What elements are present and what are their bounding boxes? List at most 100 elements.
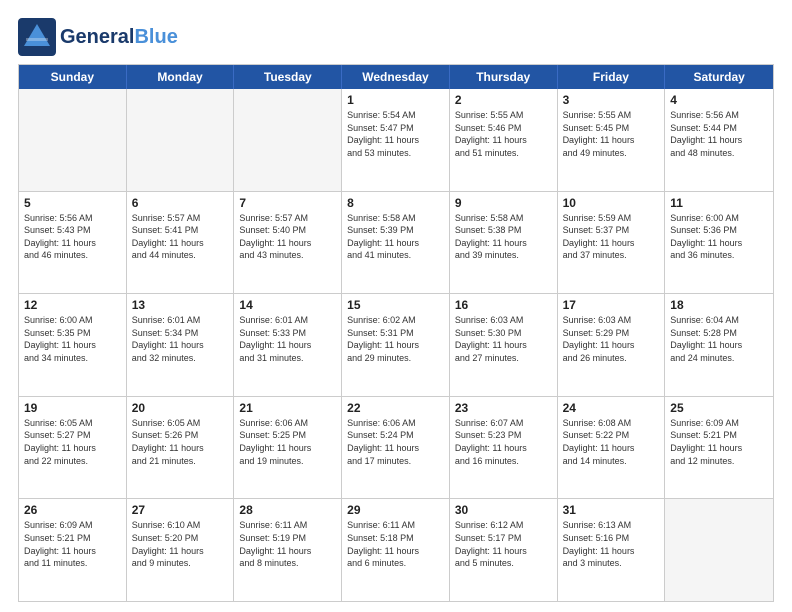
calendar-day-8: 8 Sunrise: 5:58 AMSunset: 5:39 PMDaylight… [342,192,450,294]
calendar-day-5: 5Sunrise: 5:56 AMSunset: 5:43 PMDaylight… [19,192,127,294]
header-day-monday: Monday [127,65,235,89]
day-number: 3 [563,93,660,107]
calendar-empty-cell [234,89,342,191]
day-info: Sunrise: 6:03 AMSunset: 5:30 PMDaylight:… [455,314,552,364]
day-number: 19 [24,401,121,415]
calendar-day-12: 12 Sunrise: 6:00 AMSunset: 5:35 PMDayligh… [19,294,127,396]
day-number: 18 [670,298,768,312]
day-number: 20 [132,401,229,415]
day-number: 13 [132,298,229,312]
day-info: Sunrise: 6:00 AMSunset: 5:35 PMDaylight:… [24,314,121,364]
day-info: Sunrise: 6:02 AMSunset: 5:31 PMDaylight:… [347,314,444,364]
day-info: Sunrise: 6:04 AMSunset: 5:28 PMDaylight:… [670,314,768,364]
day-number: 11 [670,196,768,210]
day-number: 6 [132,196,229,210]
calendar-day-7: 7Sunrise: 5:57 AMSunset: 5:40 PMDaylight… [234,192,342,294]
day-info: Sunrise: 5:57 AMSunset: 5:41 PMDaylight:… [132,212,229,262]
day-info: Sunrise: 6:11 AMSunset: 5:19 PMDaylight:… [239,519,336,569]
day-number: 31 [563,503,660,517]
header-day-wednesday: Wednesday [342,65,450,89]
day-number: 16 [455,298,552,312]
calendar-day-16: 16 Sunrise: 6:03 AMSunset: 5:30 PMDayligh… [450,294,558,396]
day-number: 24 [563,401,660,415]
calendar-day-22: 22 Sunrise: 6:06 AMSunset: 5:24 PMDayligh… [342,397,450,499]
calendar-row-1: 1 Sunrise: 5:54 AMSunset: 5:47 PMDaylight… [19,89,773,192]
day-info: Sunrise: 6:12 AMSunset: 5:17 PMDaylight:… [455,519,552,569]
day-info: Sunrise: 6:06 AMSunset: 5:25 PMDaylight:… [239,417,336,467]
day-number: 8 [347,196,444,210]
day-number: 21 [239,401,336,415]
day-info: Sunrise: 5:54 AMSunset: 5:47 PMDaylight:… [347,109,444,159]
day-number: 14 [239,298,336,312]
calendar: SundayMondayTuesdayWednesdayThursdayFrid… [18,64,774,602]
calendar-day-3: 3 Sunrise: 5:55 AMSunset: 5:45 PMDaylight… [558,89,666,191]
calendar-day-18: 18 Sunrise: 6:04 AMSunset: 5:28 PMDayligh… [665,294,773,396]
day-info: Sunrise: 6:08 AMSunset: 5:22 PMDaylight:… [563,417,660,467]
day-info: Sunrise: 6:11 AMSunset: 5:18 PMDaylight:… [347,519,444,569]
calendar-day-30: 30 Sunrise: 6:12 AMSunset: 5:17 PMDayligh… [450,499,558,601]
calendar-day-1: 1 Sunrise: 5:54 AMSunset: 5:47 PMDaylight… [342,89,450,191]
logo-icon [18,18,56,56]
day-info: Sunrise: 6:13 AMSunset: 5:16 PMDaylight:… [563,519,660,569]
day-number: 9 [455,196,552,210]
day-number: 26 [24,503,121,517]
day-number: 27 [132,503,229,517]
day-number: 2 [455,93,552,107]
header: GeneralBlue [18,18,774,56]
calendar-day-17: 17Sunrise: 6:03 AMSunset: 5:29 PMDayligh… [558,294,666,396]
calendar-day-29: 29 Sunrise: 6:11 AMSunset: 5:18 PMDayligh… [342,499,450,601]
calendar-row-2: 5Sunrise: 5:56 AMSunset: 5:43 PMDaylight… [19,192,773,295]
calendar-day-19: 19Sunrise: 6:05 AMSunset: 5:27 PMDayligh… [19,397,127,499]
calendar-day-13: 13 Sunrise: 6:01 AMSunset: 5:34 PMDayligh… [127,294,235,396]
calendar-empty-cell [127,89,235,191]
day-info: Sunrise: 5:58 AMSunset: 5:39 PMDaylight:… [347,212,444,262]
day-info: Sunrise: 6:01 AMSunset: 5:34 PMDaylight:… [132,314,229,364]
calendar-row-3: 12 Sunrise: 6:00 AMSunset: 5:35 PMDayligh… [19,294,773,397]
day-info: Sunrise: 5:56 AMSunset: 5:44 PMDaylight:… [670,109,768,159]
calendar-day-2: 2Sunrise: 5:55 AMSunset: 5:46 PMDaylight… [450,89,558,191]
day-number: 25 [670,401,768,415]
calendar-day-25: 25 Sunrise: 6:09 AMSunset: 5:21 PMDayligh… [665,397,773,499]
day-number: 30 [455,503,552,517]
calendar-day-21: 21 Sunrise: 6:06 AMSunset: 5:25 PMDayligh… [234,397,342,499]
calendar-empty-cell [19,89,127,191]
calendar-body: 1 Sunrise: 5:54 AMSunset: 5:47 PMDaylight… [19,89,773,601]
day-info: Sunrise: 6:10 AMSunset: 5:20 PMDaylight:… [132,519,229,569]
calendar-day-27: 27 Sunrise: 6:10 AMSunset: 5:20 PMDayligh… [127,499,235,601]
calendar-day-31: 31 Sunrise: 6:13 AMSunset: 5:16 PMDayligh… [558,499,666,601]
day-info: Sunrise: 5:56 AMSunset: 5:43 PMDaylight:… [24,212,121,262]
day-info: Sunrise: 6:01 AMSunset: 5:33 PMDaylight:… [239,314,336,364]
page: GeneralBlue SundayMondayTuesdayWednesday… [0,0,792,612]
calendar-row-5: 26 Sunrise: 6:09 AMSunset: 5:21 PMDayligh… [19,499,773,601]
day-info: Sunrise: 6:09 AMSunset: 5:21 PMDaylight:… [670,417,768,467]
calendar-day-23: 23Sunrise: 6:07 AMSunset: 5:23 PMDayligh… [450,397,558,499]
logo-text: GeneralBlue [60,26,178,48]
day-number: 22 [347,401,444,415]
calendar-day-4: 4 Sunrise: 5:56 AMSunset: 5:44 PMDaylight… [665,89,773,191]
day-info: Sunrise: 5:59 AMSunset: 5:37 PMDaylight:… [563,212,660,262]
calendar-header: SundayMondayTuesdayWednesdayThursdayFrid… [19,65,773,89]
day-number: 10 [563,196,660,210]
day-info: Sunrise: 5:55 AMSunset: 5:45 PMDaylight:… [563,109,660,159]
calendar-day-24: 24 Sunrise: 6:08 AMSunset: 5:22 PMDayligh… [558,397,666,499]
header-day-thursday: Thursday [450,65,558,89]
day-info: Sunrise: 6:09 AMSunset: 5:21 PMDaylight:… [24,519,121,569]
day-info: Sunrise: 5:57 AMSunset: 5:40 PMDaylight:… [239,212,336,262]
day-info: Sunrise: 5:58 AMSunset: 5:38 PMDaylight:… [455,212,552,262]
calendar-day-15: 15Sunrise: 6:02 AMSunset: 5:31 PMDayligh… [342,294,450,396]
day-info: Sunrise: 6:07 AMSunset: 5:23 PMDaylight:… [455,417,552,467]
calendar-day-11: 11Sunrise: 6:00 AMSunset: 5:36 PMDayligh… [665,192,773,294]
day-number: 1 [347,93,444,107]
day-number: 17 [563,298,660,312]
day-number: 28 [239,503,336,517]
day-number: 29 [347,503,444,517]
calendar-row-4: 19Sunrise: 6:05 AMSunset: 5:27 PMDayligh… [19,397,773,500]
day-number: 4 [670,93,768,107]
header-day-tuesday: Tuesday [234,65,342,89]
header-day-friday: Friday [558,65,666,89]
day-info: Sunrise: 6:06 AMSunset: 5:24 PMDaylight:… [347,417,444,467]
calendar-day-6: 6 Sunrise: 5:57 AMSunset: 5:41 PMDaylight… [127,192,235,294]
day-number: 12 [24,298,121,312]
logo-area: GeneralBlue [18,18,178,56]
day-info: Sunrise: 6:05 AMSunset: 5:26 PMDaylight:… [132,417,229,467]
